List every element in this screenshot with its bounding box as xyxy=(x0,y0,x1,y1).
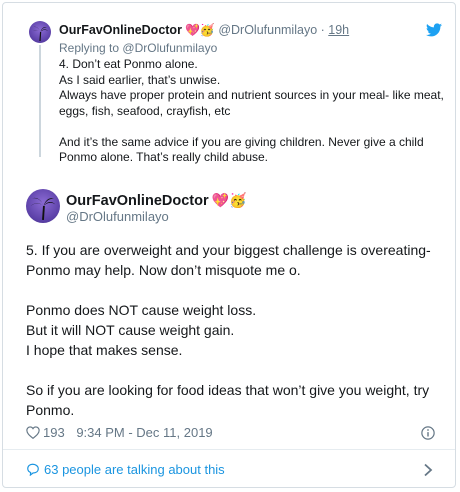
like-count[interactable]: 193 xyxy=(43,425,65,440)
tweet-text-line: So if you are looking for food ideas tha… xyxy=(26,382,430,418)
tweet-meta: 193 9:34 PM - Dec 11, 2019 xyxy=(26,424,213,440)
main-handle[interactable]: @DrOlufunmilayo xyxy=(66,209,169,224)
replying-to-prefix: Replying to xyxy=(59,41,120,55)
name-emojis: 💖🥳 xyxy=(211,192,247,208)
avatar[interactable] xyxy=(29,21,51,43)
main-tweet-text: 5. If you are overweight and your bigges… xyxy=(26,240,436,420)
name-emojis: 💖🥳 xyxy=(184,23,215,37)
tweet-text-line: As I said earlier, that’s unwise. xyxy=(59,72,221,87)
main-display-name[interactable]: OurFavOnlineDoctor 💖🥳 xyxy=(66,192,246,209)
info-icon[interactable] xyxy=(421,426,435,440)
tweet-text-line: Ponmo does NOT cause weight loss. xyxy=(26,302,257,318)
tweet-text-line: But it will NOT cause weight gain. xyxy=(26,322,235,338)
tweet-text-line: 4. Don’t eat Ponmo alone. xyxy=(59,57,198,71)
heart-icon[interactable] xyxy=(26,426,40,440)
divider xyxy=(3,449,455,450)
tweet-embed-card: OurFavOnlineDoctor 💖🥳 @DrOlufunmilayo · 1… xyxy=(2,2,456,488)
chevron-right-icon[interactable] xyxy=(423,463,433,477)
tweet-text-line: 5. If you are overweight and your bigges… xyxy=(26,242,431,278)
tweet-text-line: And it’s the same advice if you are givi… xyxy=(59,134,424,165)
thread-connector-line xyxy=(39,45,41,157)
tweet-timestamp[interactable]: 9:34 PM - Dec 11, 2019 xyxy=(76,425,212,440)
replied-tweet-header: OurFavOnlineDoctor 💖🥳 @DrOlufunmilayo · 1… xyxy=(59,22,349,38)
replying-to: Replying to @DrOlufunmilayo xyxy=(59,41,217,55)
conversation-link[interactable]: 63 people are talking about this xyxy=(26,461,225,477)
tweet-time-link[interactable]: 19h xyxy=(328,23,349,37)
avatar[interactable] xyxy=(26,189,60,223)
tweet-text-line: Always have proper protein and nutrient … xyxy=(59,88,444,118)
conversation-link-text[interactable]: 63 people are talking about this xyxy=(44,462,225,477)
separator-dot: · xyxy=(320,23,325,37)
handle[interactable]: @DrOlufunmilayo xyxy=(218,23,317,37)
twitter-bird-icon[interactable] xyxy=(426,23,442,37)
replied-tweet-text: 4. Don’t eat Ponmo alone. As I said earl… xyxy=(59,57,444,166)
replying-to-handle[interactable]: @DrOlufunmilayo xyxy=(122,41,217,55)
display-name[interactable]: OurFavOnlineDoctor xyxy=(59,23,182,37)
tweet-text-line: I hope that makes sense. xyxy=(26,342,183,358)
display-name[interactable]: OurFavOnlineDoctor xyxy=(66,193,209,209)
speech-bubble-icon xyxy=(27,463,39,477)
